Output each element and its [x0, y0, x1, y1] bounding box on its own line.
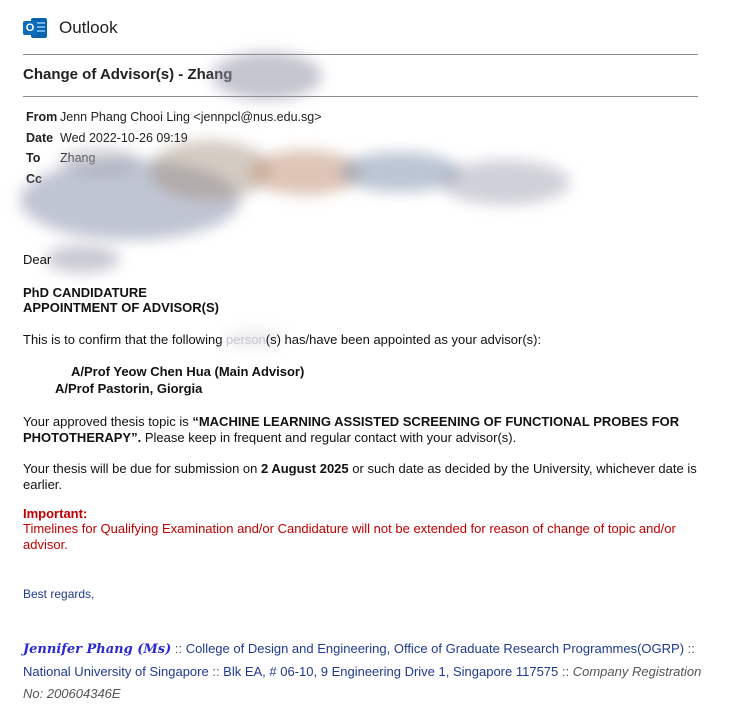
redaction-blur: [45, 245, 120, 273]
heading-candidature: PhD CANDIDATURE: [23, 285, 147, 300]
signature-university: National University of Singapore: [23, 664, 209, 679]
advisor-co: A/Prof Pastorin, Giorgia: [55, 381, 203, 396]
from-label: From: [26, 110, 58, 124]
redaction-blur: [212, 52, 322, 100]
to-label: To: [26, 151, 41, 165]
outlook-logo-icon: O: [23, 16, 47, 40]
closing: Best regards,: [23, 587, 95, 601]
greeting: Dear: [23, 252, 52, 267]
app-title: Outlook: [59, 18, 118, 37]
important-label: Important:: [23, 506, 88, 521]
signature-department: College of Design and Engineering, Offic…: [185, 641, 685, 656]
signature-name: Jennifer Phang (Ms): [23, 642, 172, 657]
thesis-topic-text: Your approved thesis topic is “MACHINE L…: [23, 414, 680, 445]
confirmation-text: This is to confirm that the following pe…: [23, 332, 542, 347]
date-value: Wed 2022-10-26 09:19: [60, 131, 188, 145]
date-row: Date Wed 2022-10-26 09:19: [26, 131, 188, 145]
due-date-text: Your thesis will be due for submission o…: [23, 461, 697, 492]
header-divider: [23, 54, 698, 55]
redaction-blur: [440, 160, 570, 205]
email-subject: Change of Advisor(s) - Zhang: [23, 66, 233, 83]
signature: Jennifer Phang (Ms) :: College of Design…: [23, 641, 702, 701]
from-value[interactable]: Jenn Phang Chooi Ling <jennpcl@nus.edu.s…: [60, 110, 322, 124]
heading-appointment: APPOINTMENT OF ADVISOR(S): [23, 300, 219, 315]
advisor-main: A/Prof Yeow Chen Hua (Main Advisor): [71, 364, 305, 379]
date-label: Date: [26, 131, 54, 145]
important-text: Timelines for Qualifying Examination and…: [23, 521, 676, 552]
app-header: O Outlook: [23, 14, 118, 42]
from-row: From Jenn Phang Chooi Ling <jennpcl@nus.…: [26, 110, 322, 124]
subject-divider: [23, 96, 698, 97]
signature-address: Blk EA, # 06-10, 9 Engineering Drive 1, …: [223, 664, 559, 679]
